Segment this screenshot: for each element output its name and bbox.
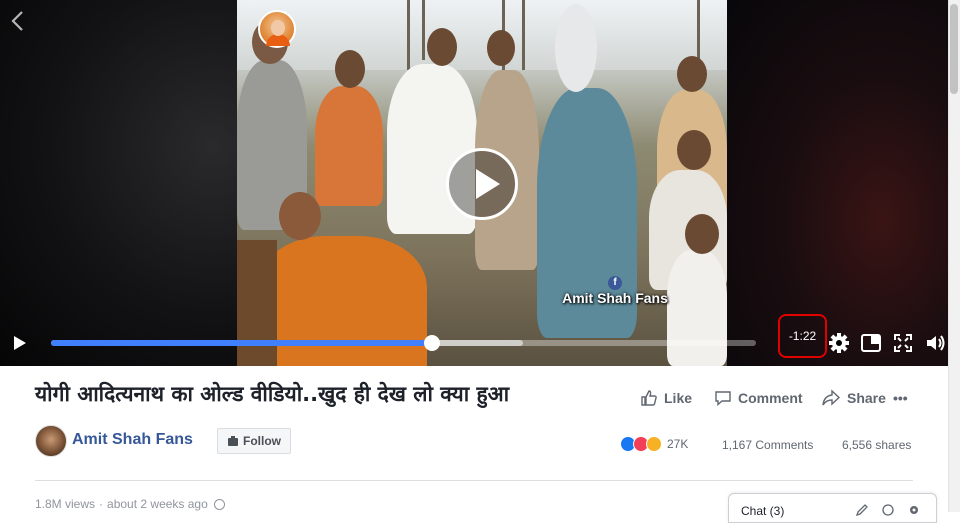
new-message-svg — [855, 504, 868, 517]
shares-count[interactable]: 6,556 shares — [842, 438, 911, 452]
video-sky — [237, 0, 727, 70]
post-title: योगी आदित्यनाथ का ओल्ड वीडियो..खुद ही दे… — [35, 382, 510, 406]
play-icon[interactable] — [12, 334, 28, 352]
person-head — [487, 30, 515, 66]
facebook-icon: f — [608, 276, 622, 290]
channel-logo-badge — [258, 10, 296, 48]
video-backdrop-right — [727, 0, 948, 366]
more-options[interactable]: ••• — [893, 386, 908, 410]
pip-svg — [861, 334, 881, 352]
more-options-button[interactable]: ••• — [893, 390, 908, 406]
chat-options-svg — [882, 504, 894, 516]
person-figure — [315, 86, 383, 206]
globe-icon — [213, 498, 225, 510]
like-button[interactable]: Like — [640, 389, 692, 407]
comment-icon — [715, 391, 731, 407]
play-overlay-button[interactable] — [446, 148, 518, 220]
video-backdrop-left — [0, 0, 237, 366]
video-watermark: f Amit Shah Fans — [540, 272, 690, 306]
comment-button[interactable]: Comment — [714, 389, 803, 407]
tree-trunk — [697, 0, 700, 60]
video-controls: -1:22 — [0, 314, 948, 366]
follow-button[interactable]: Follow — [217, 428, 291, 454]
tree-trunk — [522, 0, 525, 70]
share-label: Share — [847, 390, 886, 406]
fullscreen-svg — [894, 334, 912, 352]
person-head — [677, 56, 707, 92]
share-icon — [822, 389, 841, 406]
new-message-icon[interactable] — [855, 503, 869, 517]
view-count: 1.8M views — [35, 497, 96, 511]
logo-face — [271, 20, 285, 36]
meta-separator: · — [99, 497, 104, 511]
follow-label: Follow — [243, 434, 281, 448]
tree-trunk — [407, 0, 410, 70]
author-name[interactable]: Amit Shah Fans — [72, 431, 193, 449]
post-meta: 1.8M views · about 2 weeks ago — [35, 497, 225, 511]
reaction-count: 27K — [667, 437, 689, 451]
person-head — [427, 28, 457, 66]
progress-played — [51, 340, 432, 346]
progress-bar[interactable] — [51, 335, 756, 351]
back-arrow-svg — [11, 11, 23, 31]
chat-bar[interactable]: Chat (3) — [728, 493, 937, 523]
comments-count[interactable]: 1,167 Comments — [722, 438, 813, 452]
author-avatar[interactable] — [35, 425, 67, 457]
reactions-summary[interactable]: 27K — [620, 436, 688, 452]
person-head — [335, 50, 365, 88]
settings-gear-svg — [829, 333, 849, 353]
chat-settings-svg — [910, 506, 918, 514]
like-icon — [641, 390, 657, 406]
chat-label: Chat (3) — [741, 504, 785, 518]
like-label: Like — [664, 390, 693, 406]
volume-icon[interactable] — [924, 332, 946, 354]
chat-settings-icon[interactable] — [907, 503, 921, 517]
wow-reaction-icon — [646, 436, 662, 452]
more-options-icon: ••• — [893, 390, 908, 406]
comment-label: Comment — [738, 390, 803, 406]
back-arrow-icon[interactable] — [10, 10, 28, 34]
video-player[interactable]: f Amit Shah Fans -1:22 — [0, 0, 948, 366]
share-button[interactable]: Share — [821, 389, 886, 407]
share-action[interactable]: Share — [821, 386, 886, 410]
watermark-text: Amit Shah Fans — [562, 290, 668, 306]
follow-icon — [228, 436, 238, 446]
post-timestamp[interactable]: about 2 weeks ago — [107, 497, 208, 511]
settings-gear-icon[interactable] — [828, 332, 850, 354]
volume-svg — [927, 335, 945, 351]
comment-action[interactable]: Comment — [714, 386, 803, 410]
progress-scrubber-handle[interactable] — [423, 335, 440, 351]
page-scrollbar-thumb[interactable] — [950, 4, 958, 94]
person-head — [685, 214, 719, 254]
tree-trunk — [422, 0, 425, 60]
fullscreen-icon[interactable] — [892, 332, 914, 354]
picture-in-picture-icon[interactable] — [860, 332, 882, 354]
time-remaining: -1:22 — [778, 314, 827, 358]
like-action[interactable]: Like — [640, 386, 692, 410]
person-head — [677, 130, 711, 170]
person-head — [555, 4, 597, 92]
chat-options-icon[interactable] — [881, 503, 895, 517]
divider — [35, 480, 913, 481]
person-head — [279, 192, 321, 240]
